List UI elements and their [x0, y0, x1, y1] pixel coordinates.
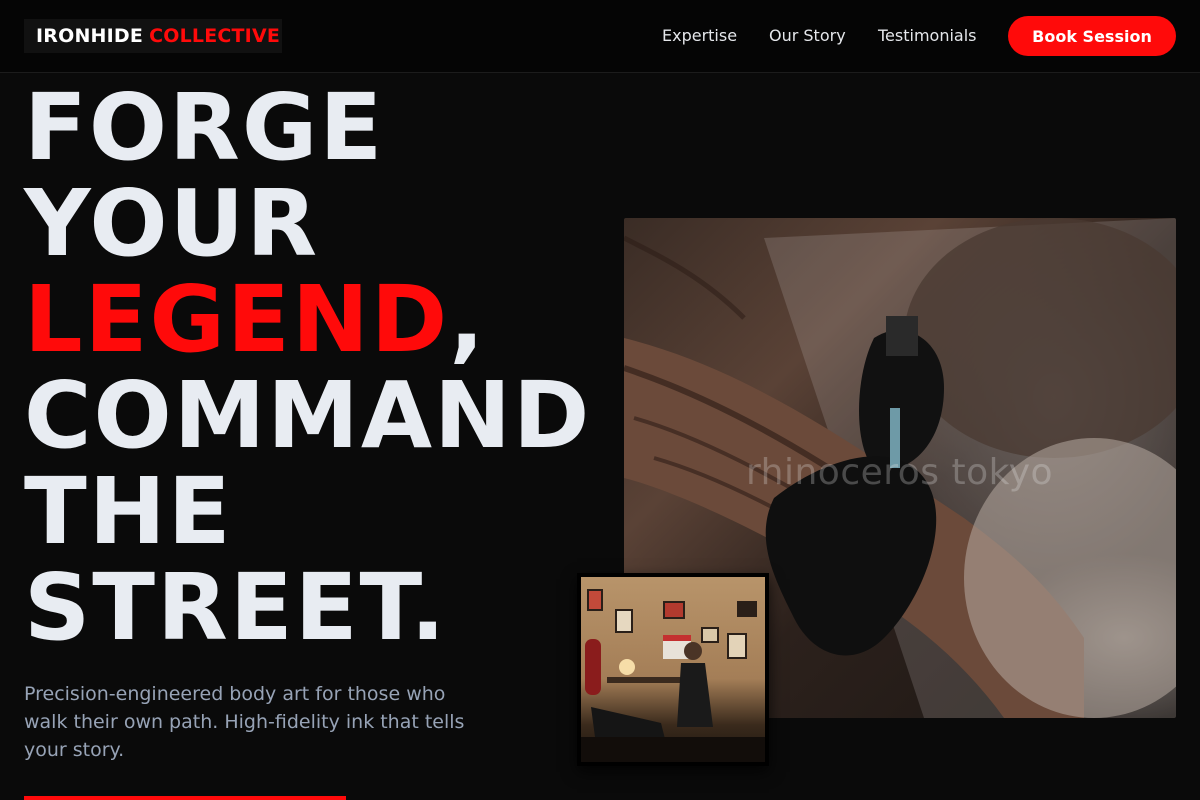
hero-cta-button-edge[interactable] — [24, 796, 346, 800]
hero-headline: FORGE YOUR LEGEND, COMMAND THE STREET. — [24, 80, 624, 656]
headline-accent-word: LEGEND — [24, 266, 450, 373]
studio-interior-illustration — [581, 577, 765, 762]
site-header: IRONHIDE COLLECTIVE Expertise Our Story … — [0, 0, 1200, 73]
headline-line-4: COMMAND — [24, 362, 592, 469]
headline-line-5: THE — [24, 458, 233, 565]
book-session-button[interactable]: Book Session — [1008, 16, 1176, 56]
nav-link-expertise[interactable]: Expertise — [662, 24, 737, 48]
logo-word-collective: COLLECTIVE — [149, 25, 281, 47]
headline-line-2: YOUR — [24, 170, 320, 277]
hero-tagline: Precision-engineered body art for those … — [24, 683, 465, 761]
nav-link-our-story[interactable]: Our Story — [769, 24, 846, 48]
headline-line-1: FORGE — [24, 74, 385, 181]
studio-interior-photo — [577, 573, 769, 766]
nav-link-testimonials[interactable]: Testimonials — [878, 24, 977, 48]
logo-word-ironhide: IRONHIDE — [36, 25, 144, 47]
headline-line-6: STREET. — [24, 554, 448, 661]
headline-comma: , — [449, 266, 487, 373]
photo-watermark: rhinoceros tokyo — [746, 452, 1054, 493]
brand-logo[interactable]: IRONHIDE COLLECTIVE — [24, 19, 282, 53]
headline-line-3: LEGEND, — [24, 272, 624, 368]
